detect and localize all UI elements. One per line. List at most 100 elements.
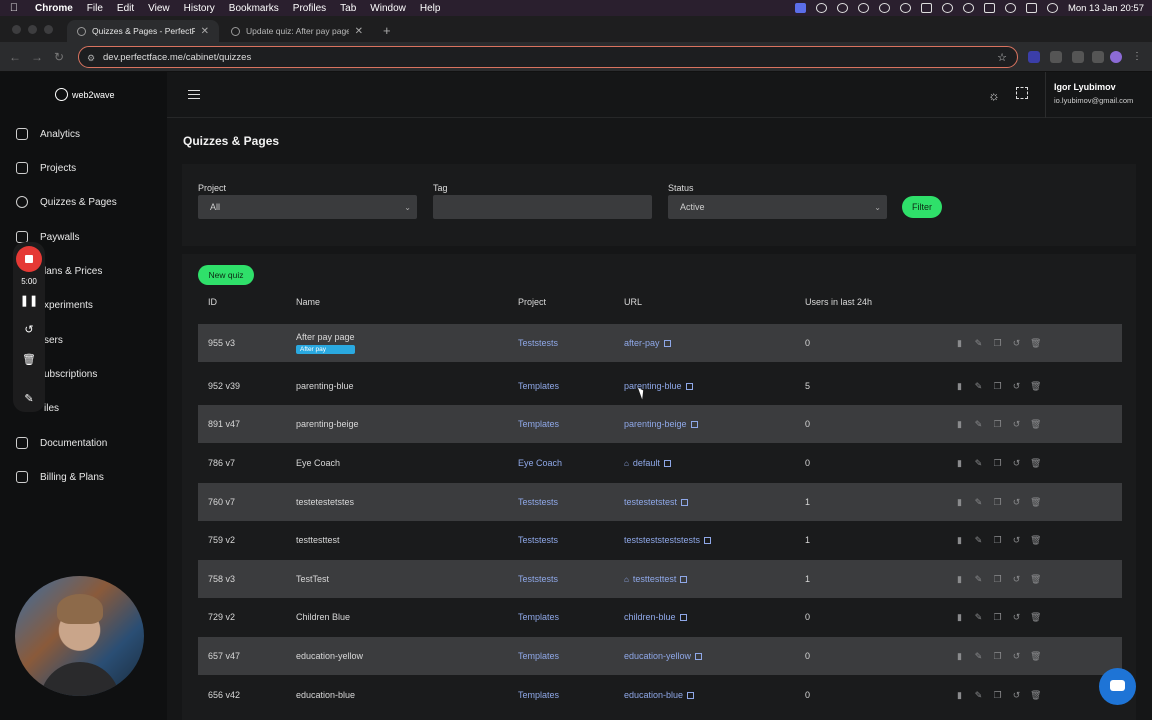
quiz-name[interactable]: testtesttest	[296, 535, 340, 545]
site-info-icon[interactable]: ⚙	[87, 53, 96, 63]
quiz-name[interactable]: Eye Coach	[296, 458, 340, 468]
edit-icon[interactable]: ✎	[973, 497, 984, 508]
duplicate-icon[interactable]: ❐	[992, 690, 1003, 701]
sidebar-item-plans[interactable]: lans & Prices	[44, 261, 184, 281]
sidebar-item-files[interactable]: iles	[44, 398, 184, 418]
stats-icon[interactable]: ▮	[954, 651, 965, 662]
reload-icon[interactable]: ↻	[48, 50, 70, 64]
stats-icon[interactable]: ▮	[954, 574, 965, 585]
history-icon[interactable]: ↺	[1011, 381, 1022, 392]
delete-icon[interactable]: 🗑	[1030, 574, 1041, 585]
project-link[interactable]: Teststests	[518, 574, 558, 584]
history-icon[interactable]: ↺	[1011, 419, 1022, 430]
quiz-name[interactable]: parenting-beige	[296, 419, 359, 429]
settings-icon[interactable]	[815, 3, 827, 13]
history-icon[interactable]: ↺	[1011, 574, 1022, 585]
project-link[interactable]: Templates	[518, 381, 559, 391]
filter-button[interactable]: Filter	[902, 196, 942, 218]
trash-icon[interactable]: 🗑	[13, 353, 45, 366]
edit-icon[interactable]: ✎	[973, 419, 984, 430]
url-link[interactable]: after-pay	[624, 324, 671, 362]
tab-update-quiz[interactable]: Update quiz: After pay page ✕	[221, 20, 373, 42]
menu-window[interactable]: Window	[363, 3, 413, 14]
quiz-name[interactable]: education-blue	[296, 690, 355, 700]
sidebar-item-projects[interactable]: Projects	[16, 158, 156, 178]
menu-history[interactable]: History	[177, 3, 222, 14]
stats-icon[interactable]: ▮	[954, 419, 965, 430]
close-tab-icon[interactable]: ✕	[355, 26, 363, 37]
menu-edit[interactable]: Edit	[110, 3, 141, 14]
url-link[interactable]: education-blue	[624, 676, 695, 714]
column-header-users[interactable]: Users in last 24h	[805, 297, 872, 307]
url-link[interactable]: testestetstest	[624, 483, 689, 521]
brand-logo[interactable]: web2wave	[55, 88, 115, 101]
profile-avatar[interactable]	[1110, 51, 1122, 63]
quiz-name[interactable]: TestTest	[296, 574, 329, 584]
history-icon[interactable]: ↺	[1011, 690, 1022, 701]
history-icon[interactable]: ↺	[1011, 338, 1022, 349]
sidebar-item-documentation[interactable]: Documentation	[16, 433, 156, 453]
project-link[interactable]: Templates	[518, 651, 559, 661]
address-bar[interactable]: ⚙ dev.perfectface.me/cabinet/quizzes ☆	[78, 46, 1018, 68]
sidebar-item-subscriptions[interactable]: ubscriptions	[44, 364, 184, 384]
headphones-icon[interactable]	[899, 3, 911, 13]
edit-icon[interactable]: ✎	[973, 612, 984, 623]
battery-icon[interactable]	[920, 3, 932, 13]
stats-icon[interactable]: ▮	[954, 612, 965, 623]
column-header-project[interactable]: Project	[518, 297, 546, 307]
minimize-window-button[interactable]	[28, 24, 37, 34]
screen-record-icon[interactable]	[794, 3, 806, 13]
edit-icon[interactable]: ✎	[973, 535, 984, 546]
extension-icon[interactable]	[1050, 51, 1062, 63]
delete-icon[interactable]: 🗑	[1030, 651, 1041, 662]
duplicate-icon[interactable]: ❐	[992, 651, 1003, 662]
apple-icon[interactable]: 	[0, 2, 28, 14]
column-header-id[interactable]: ID	[208, 297, 217, 307]
project-link[interactable]: Eye Coach	[518, 458, 562, 468]
new-tab-icon[interactable]: +	[373, 20, 401, 42]
sidebar-item-experiments[interactable]: xperiments	[44, 295, 184, 315]
url-link[interactable]: parenting-blue	[624, 367, 693, 405]
menu-clock[interactable]: Mon 13 Jan 20:57	[1068, 3, 1144, 14]
quiz-name[interactable]: testetestetstes	[296, 497, 354, 507]
status-select[interactable]: Active ⌄	[668, 195, 887, 219]
edit-icon[interactable]: ✎	[973, 651, 984, 662]
stats-icon[interactable]: ▮	[954, 338, 965, 349]
duplicate-icon[interactable]: ❐	[992, 458, 1003, 469]
play-icon[interactable]	[857, 3, 869, 13]
duplicate-icon[interactable]: ❐	[992, 381, 1003, 392]
puzzle-icon[interactable]	[1072, 51, 1084, 63]
menu-view[interactable]: View	[141, 3, 177, 14]
bookmark-star-icon[interactable]: ☆	[997, 51, 1007, 64]
duplicate-icon[interactable]: ❐	[992, 612, 1003, 623]
theme-toggle-icon[interactable]: ☼	[988, 88, 1000, 103]
quiz-name[interactable]: parenting-blue	[296, 381, 354, 391]
project-link[interactable]: Teststests	[518, 535, 558, 545]
stats-icon[interactable]: ▮	[954, 458, 965, 469]
delete-icon[interactable]: 🗑	[1030, 458, 1041, 469]
close-window-button[interactable]	[12, 24, 21, 34]
delete-icon[interactable]: 🗑	[1030, 535, 1041, 546]
edit-icon[interactable]: ✎	[973, 381, 984, 392]
stats-icon[interactable]: ▮	[954, 535, 965, 546]
back-icon[interactable]: ←	[4, 50, 26, 64]
history-icon[interactable]: ↺	[1011, 612, 1022, 623]
column-header-name[interactable]: Name	[296, 297, 320, 307]
more-menu-icon[interactable]: ⋮	[1132, 51, 1144, 63]
project-link[interactable]: Templates	[518, 612, 559, 622]
history-icon[interactable]: ↺	[1011, 651, 1022, 662]
quiz-name[interactable]: Children Blue	[296, 612, 350, 622]
duplicate-icon[interactable]: ❐	[992, 574, 1003, 585]
duplicate-icon[interactable]: ❐	[992, 419, 1003, 430]
wifi-icon[interactable]	[941, 3, 953, 13]
draw-icon[interactable]: ✎	[13, 392, 45, 405]
menu-bookmarks[interactable]: Bookmarks	[222, 3, 286, 14]
search-icon[interactable]	[1004, 3, 1016, 13]
extension-icon[interactable]	[1028, 51, 1040, 63]
sidebar-item-quizzes[interactable]: Quizzes & Pages	[16, 192, 156, 212]
shortcut-icon[interactable]	[878, 3, 890, 13]
project-select[interactable]: All ⌄	[198, 195, 417, 219]
history-icon[interactable]: ↺	[1011, 497, 1022, 508]
menu-tab[interactable]: Tab	[333, 3, 363, 14]
menu-file[interactable]: File	[80, 3, 110, 14]
